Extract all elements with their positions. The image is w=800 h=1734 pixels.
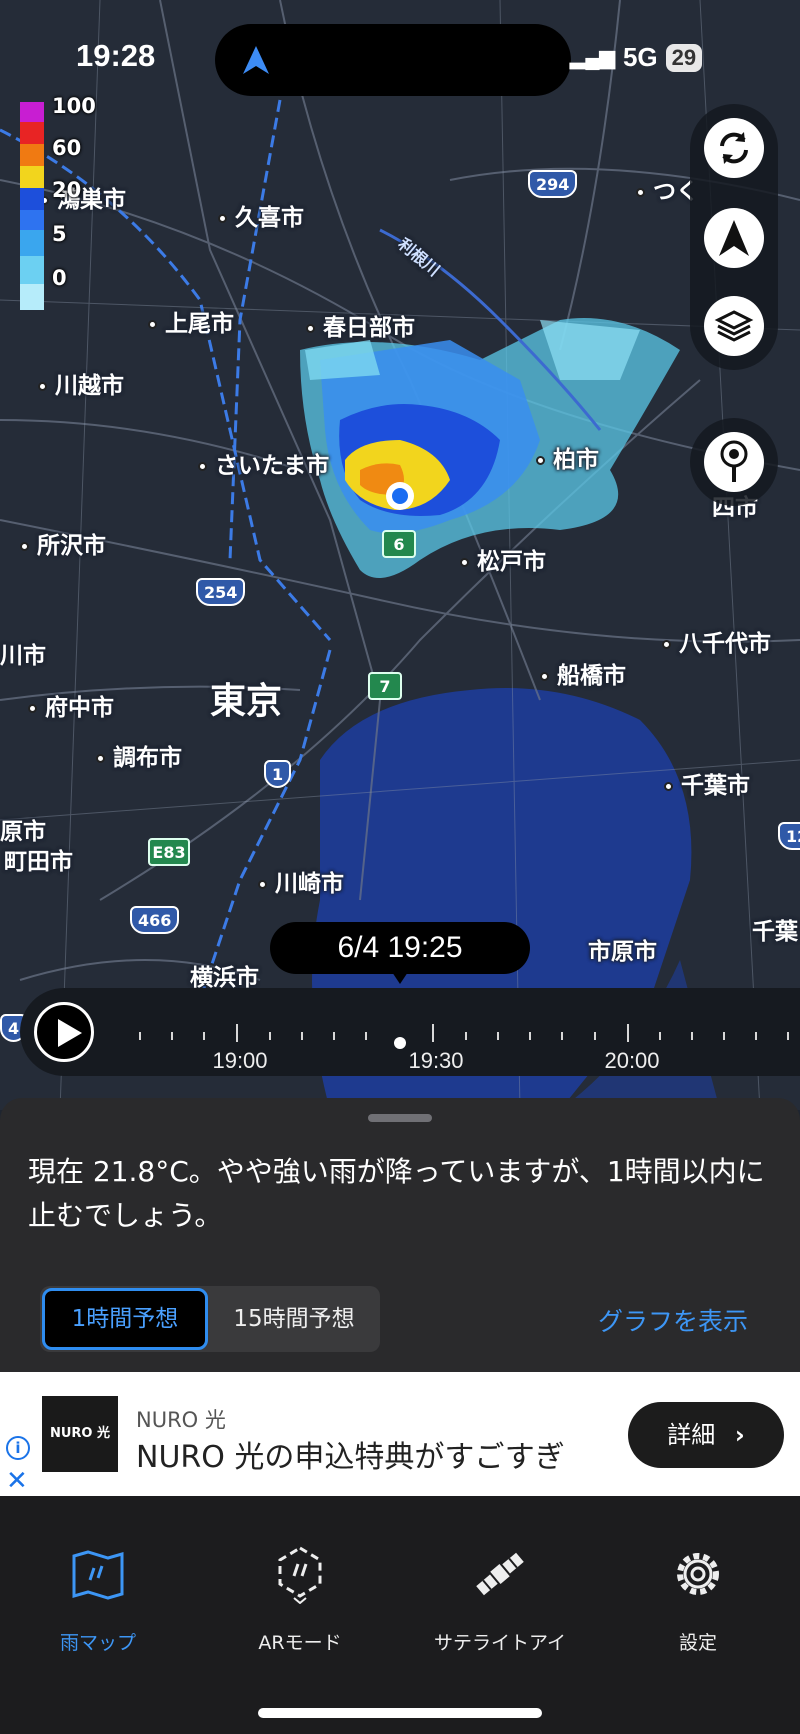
city-label: 原市 bbox=[0, 819, 46, 845]
ad-close-icon[interactable]: ✕ bbox=[6, 1466, 28, 1496]
city-label: 調布市 bbox=[96, 738, 182, 772]
status-time: 19:28 bbox=[76, 38, 156, 73]
pin-button-face bbox=[704, 432, 764, 492]
legend-label: 5 bbox=[52, 222, 67, 246]
city-label: 所沢市 bbox=[20, 526, 106, 560]
city-label-capital: 東京 bbox=[210, 681, 283, 722]
route-shield: E83 bbox=[148, 838, 190, 866]
status-indicators: ▂▄▆ 5G 29 bbox=[570, 42, 703, 73]
ad-details-label: 詳細 bbox=[667, 1421, 716, 1449]
tooltip-pointer bbox=[392, 972, 408, 984]
pin-button[interactable] bbox=[690, 418, 778, 506]
refresh-button[interactable] bbox=[704, 118, 764, 178]
legend-label: 0 bbox=[52, 266, 67, 290]
city-label: 上尾市 bbox=[148, 304, 234, 338]
layers-button[interactable] bbox=[704, 296, 764, 356]
map-controls bbox=[690, 104, 778, 370]
timeline-label: 19:30 bbox=[408, 1048, 464, 1073]
timeline-scrubber[interactable]: 19:00 19:30 20:00 bbox=[20, 988, 800, 1076]
city-label: 府中市 bbox=[28, 688, 114, 722]
sheet-drag-handle[interactable] bbox=[368, 1114, 432, 1122]
city-label: 川越市 bbox=[38, 366, 124, 400]
city-label: 松戸市 bbox=[460, 542, 546, 576]
navigation-arrow-icon bbox=[719, 220, 749, 256]
signal-icon: ▂▄▆ bbox=[570, 47, 615, 69]
timeline-cursor[interactable] bbox=[394, 1037, 406, 1049]
home-indicator[interactable] bbox=[258, 1708, 542, 1718]
city-label: 船橋市 bbox=[540, 656, 626, 690]
forecast-range-toggle: 1時間予想 15時間予想 bbox=[40, 1286, 380, 1352]
gear-icon bbox=[677, 1553, 719, 1595]
tab-15-hour-forecast[interactable]: 15時間予想 bbox=[210, 1288, 378, 1350]
city-label: 千葉 bbox=[752, 919, 798, 945]
ad-brand: NURO 光 bbox=[136, 1408, 226, 1432]
forecast-summary: 現在 21.8°C。やや強い雨が降っていますが、1時間以内に止むでしょう。 bbox=[28, 1155, 765, 1232]
tab-label: 雨マップ bbox=[59, 1632, 136, 1654]
ad-logo: NURO 光 bbox=[42, 1396, 118, 1472]
timeline-label: 19:00 bbox=[212, 1048, 268, 1073]
city-label: 八千代市 bbox=[662, 624, 771, 658]
tab-label: 設定 bbox=[678, 1632, 717, 1654]
tab-label: サテライトアイ bbox=[433, 1632, 567, 1654]
satellite-icon bbox=[476, 1552, 524, 1596]
city-label: 柏市 bbox=[536, 440, 599, 474]
ad-title: NURO 光の申込特典がすごすぎ bbox=[136, 1440, 565, 1475]
legend-label: 60 bbox=[52, 136, 82, 160]
ar-mode-icon bbox=[278, 1546, 322, 1604]
network-type: 5G bbox=[622, 42, 658, 72]
city-label: さいたま市 bbox=[198, 446, 329, 480]
legend-label: 20 bbox=[52, 178, 82, 202]
tab-ar-mode[interactable]: ARモード bbox=[210, 1542, 390, 1655]
show-graph-link[interactable]: グラフを表示 bbox=[598, 1302, 748, 1338]
pin-icon bbox=[720, 440, 748, 482]
layers-icon bbox=[714, 310, 754, 342]
current-time-tooltip: 6/4 19:25 bbox=[270, 922, 530, 974]
route-shield: 12 bbox=[778, 822, 800, 850]
battery-icon: 29 bbox=[665, 43, 703, 72]
city-label: 横浜市 bbox=[190, 965, 259, 991]
legend-label: 100 bbox=[52, 94, 96, 118]
tab-satellite-eye[interactable]: サテライトアイ bbox=[410, 1542, 590, 1655]
route-shield: 294 bbox=[528, 170, 578, 198]
route-shield: 7 bbox=[368, 672, 402, 700]
city-label: 町田市 bbox=[4, 849, 73, 875]
dynamic-island bbox=[215, 24, 571, 96]
route-shield: 6 bbox=[382, 530, 416, 558]
ad-details-button[interactable]: 詳細 › bbox=[628, 1402, 784, 1468]
chevron-right-icon: › bbox=[734, 1421, 745, 1449]
city-label: 市原市 bbox=[588, 939, 657, 965]
city-label: 川市 bbox=[0, 643, 46, 669]
route-shield: 466 bbox=[130, 906, 180, 934]
tab-settings[interactable]: 設定 bbox=[608, 1542, 788, 1655]
tab-1-hour-forecast[interactable]: 1時間予想 bbox=[42, 1288, 208, 1350]
timeline-label: 20:00 bbox=[604, 1048, 660, 1073]
location-arrow-icon bbox=[243, 46, 269, 74]
current-location-button[interactable] bbox=[704, 208, 764, 268]
refresh-icon bbox=[720, 132, 748, 164]
ad-info-icon[interactable]: i bbox=[6, 1436, 30, 1460]
tab-label: ARモード bbox=[258, 1632, 342, 1654]
city-label: 春日部市 bbox=[306, 308, 415, 342]
city-label: 千葉市 bbox=[664, 766, 750, 800]
ad-banner[interactable]: i ✕ NURO 光 NURO 光 NURO 光の申込特典がすごすぎ 詳細 › bbox=[0, 1372, 800, 1496]
route-shield: 254 bbox=[196, 578, 246, 606]
city-label: 久喜市 bbox=[218, 198, 304, 232]
legend-color-bar bbox=[20, 102, 44, 310]
city-label: 川崎市 bbox=[258, 864, 344, 898]
forecast-sheet: 現在 21.8°C。やや強い雨が降っていますが、1時間以内に止むでしょう。 1時… bbox=[0, 1098, 800, 1372]
route-shield: 1 bbox=[264, 760, 292, 788]
tab-rain-map[interactable]: 雨マップ bbox=[8, 1542, 188, 1655]
rain-map-icon bbox=[72, 1550, 124, 1600]
tab-bar: 雨マップ ARモード サテライトアイ 設定 bbox=[0, 1496, 800, 1734]
